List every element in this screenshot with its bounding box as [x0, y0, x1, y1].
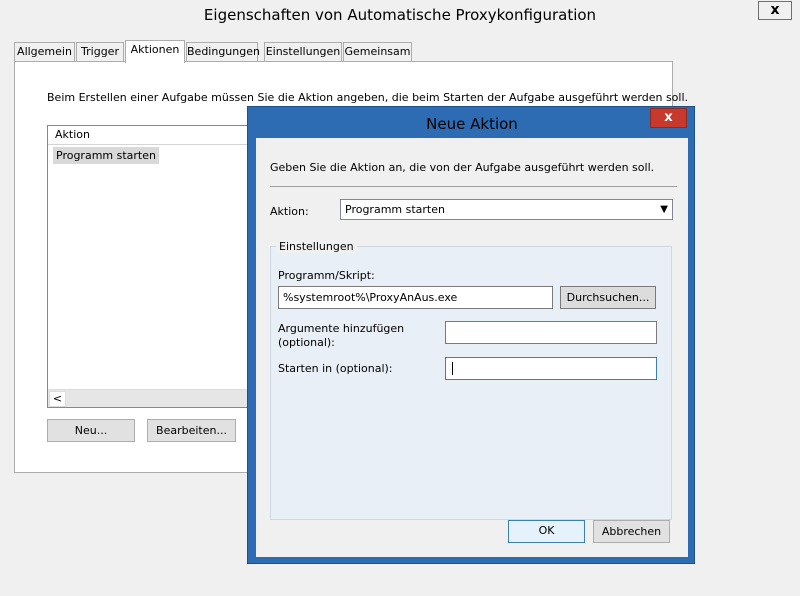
action-select-value: Programm starten — [345, 203, 445, 216]
tab-gemeinsam[interactable]: Gemeinsam — [343, 42, 412, 62]
edit-action-button[interactable]: Bearbeiten... — [147, 419, 236, 442]
tab-trigger[interactable]: Trigger — [76, 42, 124, 62]
list-item[interactable]: Programm starten — [53, 147, 159, 164]
arguments-label: Argumente hinzufügen (optional): — [278, 322, 405, 349]
column-header-aktion[interactable]: Aktion — [48, 126, 261, 145]
dialog-title: Neue Aktion — [426, 115, 518, 133]
close-button[interactable]: x — [758, 1, 792, 20]
browse-button[interactable]: Durchsuchen... — [560, 286, 656, 309]
start-in-label: Starten in (optional): — [278, 362, 393, 375]
scroll-left-button[interactable]: < — [49, 391, 66, 407]
title-bar: Eigenschaften von Automatische Proxykonf… — [0, 0, 800, 33]
program-label: Programm/Skript: — [278, 269, 375, 282]
ok-button[interactable]: OK — [508, 520, 585, 543]
window-title: Eigenschaften von Automatische Proxykonf… — [203, 6, 597, 24]
tab-bedingungen[interactable]: Bedingungen — [186, 42, 260, 62]
new-action-button[interactable]: Neu... — [47, 419, 135, 442]
tab-aktionen[interactable]: Aktionen — [125, 40, 185, 63]
dialog-instruction: Geben Sie die Aktion an, die von der Auf… — [270, 161, 655, 174]
action-label: Aktion: — [270, 205, 309, 218]
dialog-content: Geben Sie die Aktion an, die von der Auf… — [256, 138, 688, 557]
new-action-dialog: Neue Aktion x Geben Sie die Aktion an, d… — [247, 106, 695, 564]
tab-allgemein[interactable]: Allgemein — [14, 42, 75, 62]
settings-group-label: Einstellungen — [276, 240, 357, 253]
action-list[interactable]: Aktion Programm starten < — [47, 125, 262, 408]
tab-einstellungen[interactable]: Einstellungen — [264, 42, 342, 62]
text-caret — [452, 362, 453, 375]
dialog-close-button[interactable]: x — [650, 108, 687, 128]
start-in-input[interactable] — [445, 357, 657, 380]
horizontal-scrollbar[interactable]: < — [48, 389, 261, 407]
arguments-input[interactable] — [445, 321, 657, 344]
cancel-button[interactable]: Abbrechen — [593, 520, 670, 543]
actions-description: Beim Erstellen einer Aufgabe müssen Sie … — [47, 91, 689, 104]
action-select[interactable]: Programm starten ▼ — [340, 199, 673, 220]
separator — [270, 186, 677, 187]
chevron-down-icon[interactable]: ▼ — [660, 200, 668, 219]
program-input[interactable]: %systemroot%\ProxyAnAus.exe — [278, 286, 553, 309]
